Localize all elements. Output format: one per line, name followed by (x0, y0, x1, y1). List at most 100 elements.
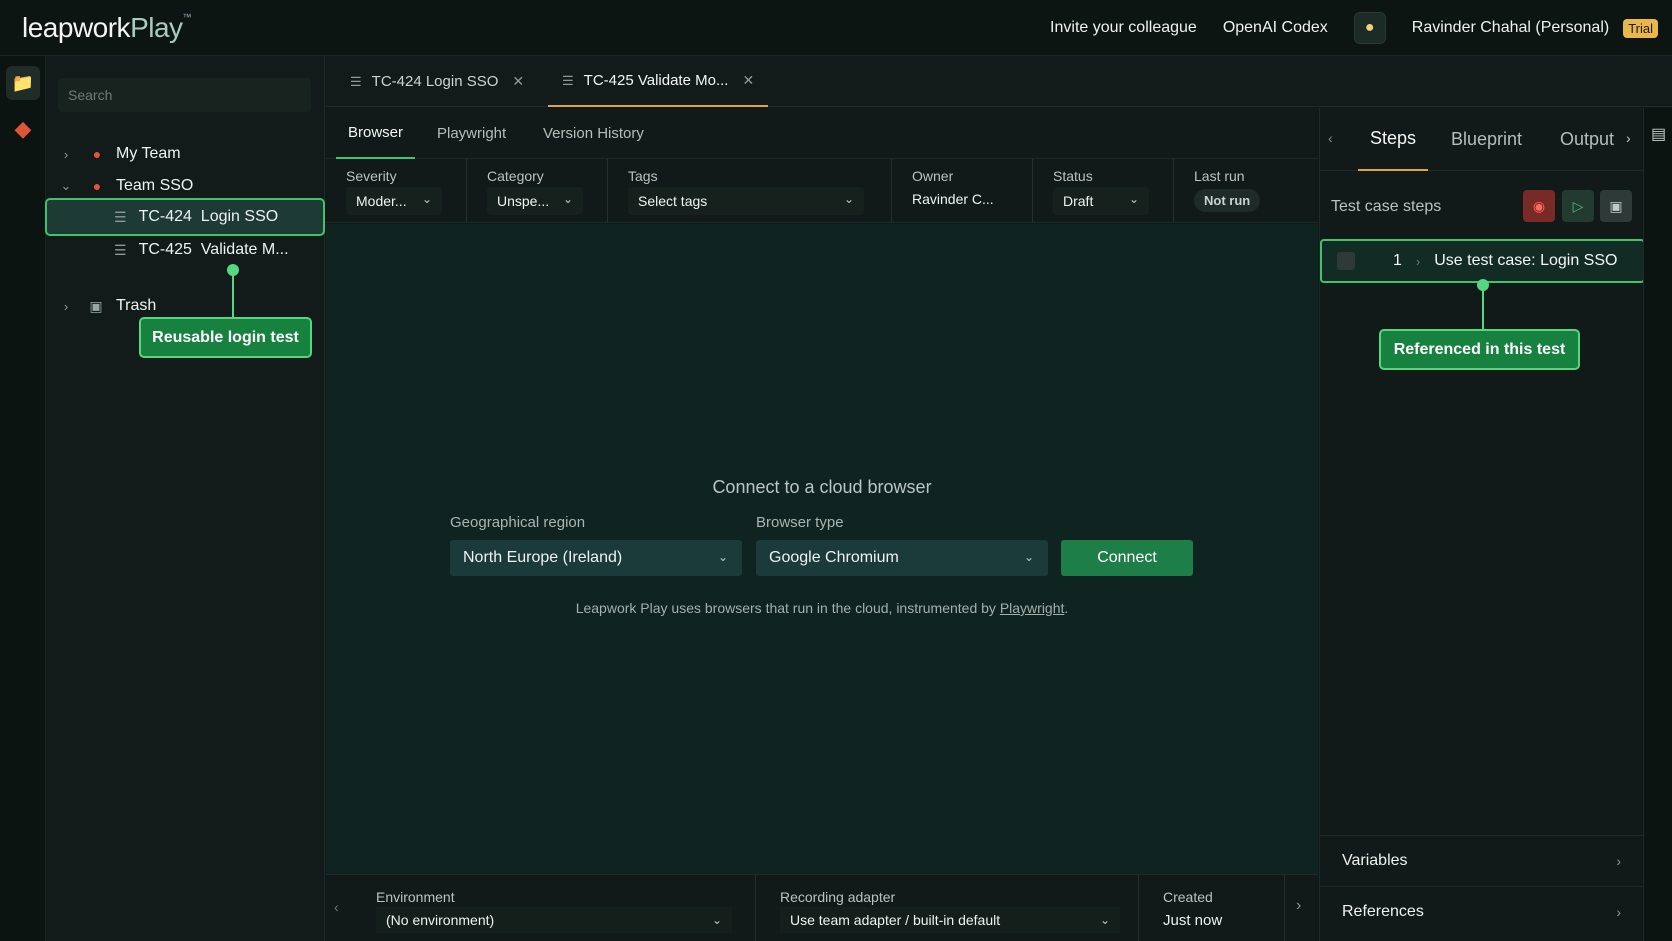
callout-line (232, 274, 234, 318)
chat-icon[interactable]: ▤ (1651, 124, 1666, 144)
callout-line (1482, 289, 1484, 329)
chevron-right-icon[interactable]: › (1416, 254, 1420, 269)
chevron-right-icon[interactable]: › (56, 147, 76, 162)
references-label: References (1342, 902, 1424, 920)
last-run-label: Last run (1194, 168, 1245, 184)
connect-title: Connect to a cloud browser (712, 477, 932, 497)
logo-tm: ™ (182, 12, 192, 22)
lightbulb-icon[interactable]: ● (1353, 12, 1386, 44)
environment-label: Environment (376, 889, 455, 905)
search-input[interactable] (58, 78, 311, 112)
chevron-down-icon: ⌄ (421, 192, 432, 206)
test-case-icon: ☰ (350, 73, 362, 89)
user-menu[interactable]: Ravinder Chahal (Personal) (1412, 19, 1609, 37)
openai-codex-link[interactable]: OpenAI Codex (1223, 19, 1328, 37)
owner-label: Owner (912, 168, 954, 184)
close-icon[interactable]: ✕ (742, 72, 754, 89)
team-icon: ● (92, 178, 102, 194)
owner-value: Ravinder C... (912, 191, 994, 207)
recording-adapter-field: Recording adapter Use team adapter / bui… (756, 875, 1139, 941)
chevron-down-icon: ⌄ (1099, 913, 1110, 927)
browser-type-label: Browser type (756, 514, 844, 531)
tab-browser[interactable]: Browser (336, 108, 416, 159)
category-select[interactable]: Unspe... ⌄ (487, 187, 583, 215)
bottom-bar: ‹ Environment (No environment) ⌄ Recordin… (326, 874, 1318, 941)
step-number: 1 (1393, 252, 1402, 269)
cloud-browser-note: Leapwork Play uses browsers that run in … (326, 600, 1318, 616)
environment-select[interactable]: (No environment) ⌄ (376, 907, 732, 933)
tab-steps[interactable]: Steps (1358, 108, 1429, 171)
status-select[interactable]: Draft ⌄ (1053, 187, 1149, 215)
tags-value: Select tags (638, 193, 708, 209)
test-case-icon: ☰ (114, 208, 127, 225)
environment-value: (No environment) (386, 912, 495, 928)
last-run-badge: Not run (1194, 189, 1261, 212)
callout-reusable-login-test: Reusable login test (139, 317, 312, 358)
references-section[interactable]: References › (1320, 886, 1643, 936)
category-value: Unspe... (497, 193, 550, 209)
metadata-bar: Severity Moder... ⌄ Category Unspe... ⌄ Ta… (326, 159, 1318, 223)
tab-playwright[interactable]: Playwright (437, 108, 506, 159)
record-icon[interactable]: ◉ (1523, 190, 1555, 222)
status-value: Draft (1063, 193, 1094, 209)
tree-item-label: Trash (116, 297, 157, 314)
chevron-down-icon[interactable]: ⌄ (56, 178, 76, 194)
tree-item-label: TC-425 Validate M... (138, 241, 289, 258)
steps-title: Test case steps (1331, 198, 1442, 215)
severity-label: Severity (346, 168, 397, 184)
logo-accent: Play (130, 12, 183, 43)
logo-text: leapwork (22, 12, 131, 43)
playwright-link[interactable]: Playwright (1000, 600, 1065, 616)
close-icon[interactable]: ✕ (512, 73, 524, 90)
chevron-down-icon: ⌄ (1128, 192, 1139, 206)
browser-type-value: Google Chromium (769, 549, 899, 566)
region-value: North Europe (Ireland) (463, 549, 623, 566)
trash-icon: ▣ (89, 297, 103, 314)
chevron-left-icon[interactable]: ‹ (1328, 130, 1333, 146)
status-field: Status Draft ⌄ (1033, 159, 1174, 223)
tags-field: Tags Select tags ⌄ (608, 159, 892, 223)
chevron-right-icon[interactable]: › (1626, 130, 1631, 146)
tree-item-tc-424[interactable]: ☰ TC-424 Login SSO (46, 201, 325, 233)
status-label: Status (1053, 168, 1093, 184)
variables-section[interactable]: Variables › (1320, 835, 1643, 885)
delete-icon[interactable]: ▣ (1600, 190, 1632, 222)
step-checkbox[interactable] (1337, 252, 1355, 270)
tree-item-my-team[interactable]: › ● My Team (46, 138, 325, 170)
tab-output[interactable]: Output (1560, 108, 1614, 171)
chevron-down-icon: ⌄ (562, 192, 573, 206)
chevron-right-icon: › (1616, 852, 1621, 869)
invite-colleague-link[interactable]: Invite your colleague (1050, 19, 1197, 37)
icon-rail: 📁 ◆ (0, 56, 46, 941)
severity-select[interactable]: Moder... ⌄ (346, 187, 442, 215)
tags-label: Tags (628, 168, 658, 184)
chevron-right-icon[interactable]: › (56, 299, 76, 314)
severity-field: Severity Moder... ⌄ (326, 159, 467, 223)
tree-item-label: TC-424 Login SSO (138, 208, 279, 225)
recording-adapter-label: Recording adapter (780, 889, 896, 905)
tree-item-tc-425[interactable]: ☰ TC-425 Validate M... (46, 234, 325, 266)
git-icon[interactable]: ◆ (6, 112, 40, 146)
step-label: Use test case: Login SSO (1434, 252, 1618, 269)
region-select[interactable]: North Europe (Ireland) ⌄ (450, 540, 742, 576)
created-field: Created Just now (1139, 875, 1285, 941)
connect-button[interactable]: Connect (1061, 540, 1193, 576)
created-label: Created (1163, 889, 1213, 905)
team-icon: ● (92, 146, 102, 162)
chevron-right-icon[interactable]: › (1296, 897, 1301, 915)
project-sidebar: › ● My Team ⌄ ● Team SSO › ▣ Trash (46, 56, 325, 941)
tab-version-history[interactable]: Version History (543, 108, 644, 159)
folder-icon[interactable]: 📁 (6, 66, 40, 100)
tab-tc-424[interactable]: ☰ TC-424 Login SSO ✕ (350, 56, 524, 107)
tab-blueprint[interactable]: Blueprint (1451, 108, 1522, 171)
recording-adapter-select[interactable]: Use team adapter / built-in default ⌄ (780, 907, 1120, 933)
tab-tc-425[interactable]: ☰ TC-425 Validate Mo... ✕ (548, 56, 769, 107)
play-icon[interactable]: ▷ (1562, 190, 1594, 222)
browser-type-select[interactable]: Google Chromium ⌄ (756, 540, 1048, 576)
chevron-down-icon: ⌄ (1023, 550, 1034, 564)
tags-select[interactable]: Select tags ⌄ (628, 187, 864, 215)
far-right-rail: ▤ (1643, 108, 1672, 941)
chevron-left-icon[interactable]: ‹ (334, 899, 339, 915)
app-logo[interactable]: leapworkPlay™ (22, 12, 192, 44)
step-row[interactable]: 1 › Use test case: Login SSO (1320, 239, 1645, 283)
